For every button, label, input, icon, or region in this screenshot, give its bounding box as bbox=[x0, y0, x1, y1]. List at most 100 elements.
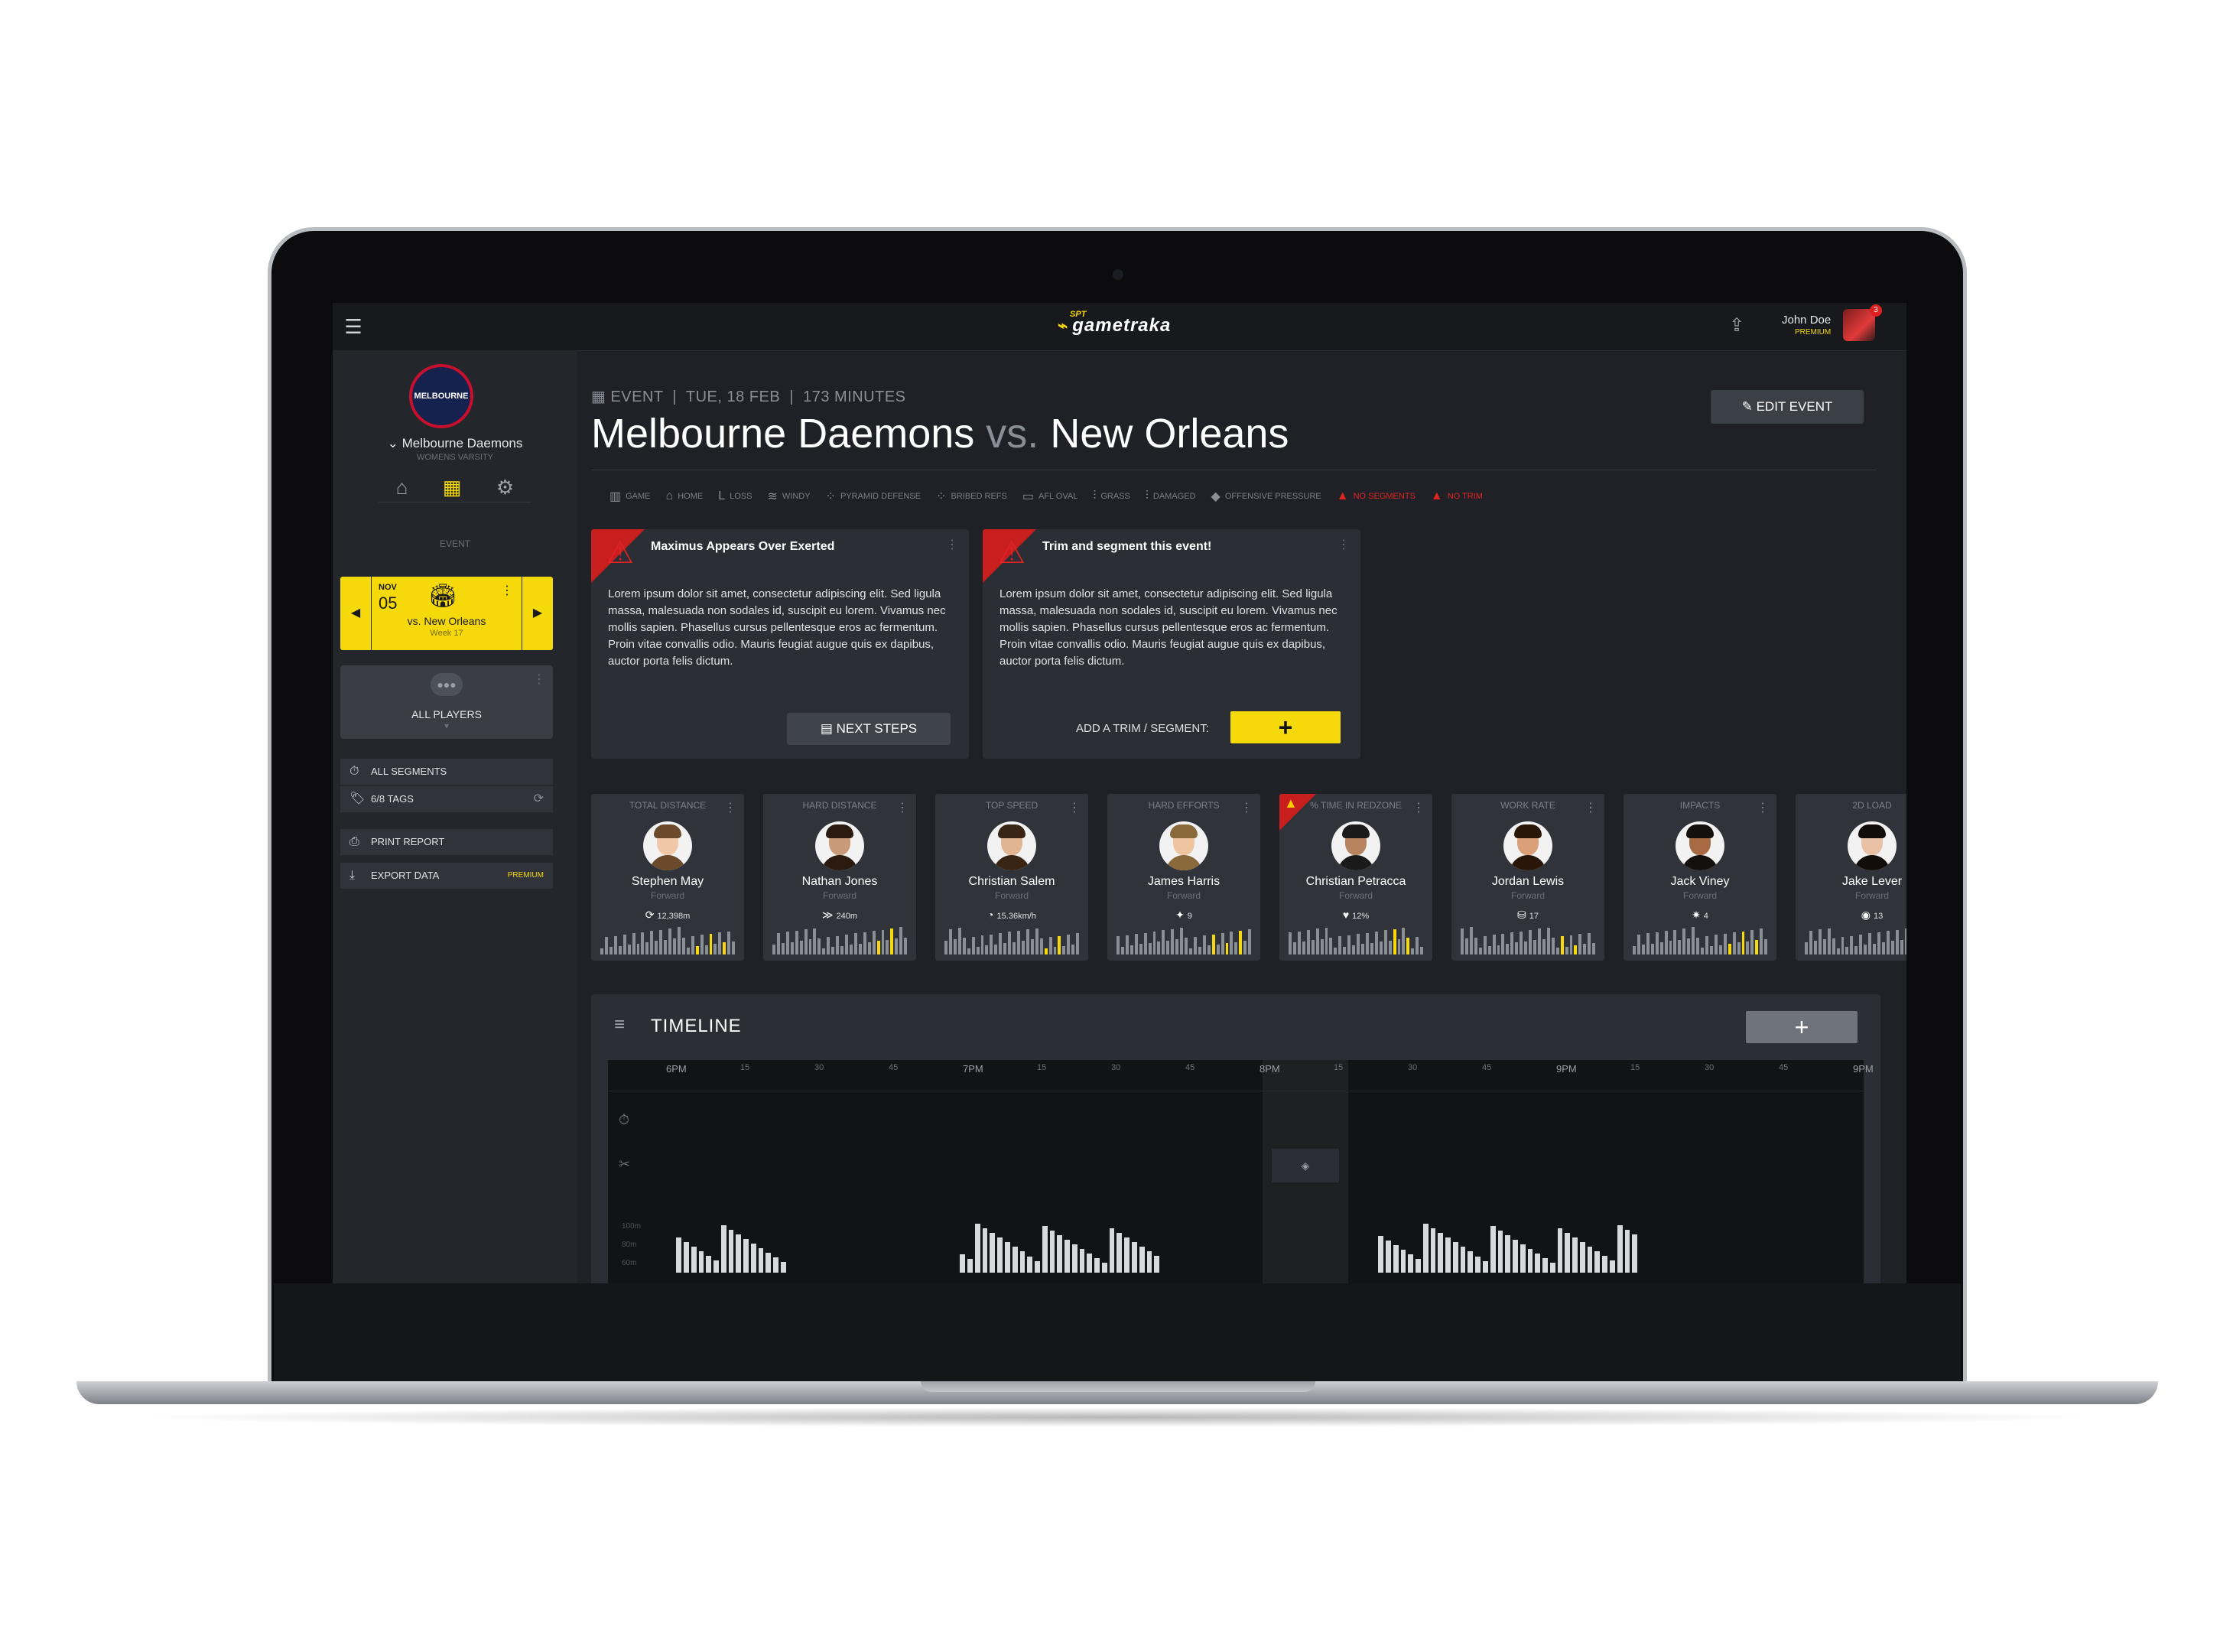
more-menu-icon[interactable]: ⋮ bbox=[533, 672, 545, 687]
timeline-bar bbox=[960, 1254, 966, 1273]
sparkline-bar bbox=[790, 941, 794, 954]
leader-card[interactable]: ▲% TIME IN REDZONE ⋮ Christian Petracca For… bbox=[1279, 794, 1432, 961]
leader-card[interactable]: TOP SPEED ⋮ Christian Salem Forward ◔ 15.36km… bbox=[935, 794, 1088, 961]
sparkline-bar bbox=[1379, 941, 1383, 954]
sparkline-bar bbox=[681, 937, 685, 954]
leader-card[interactable]: WORK RATE ⋮ Jordan Lewis Forward ⛁ 17 bbox=[1451, 794, 1604, 961]
sparkline-bar bbox=[1854, 945, 1858, 954]
event-date: TUE, 18 FEB bbox=[685, 389, 781, 405]
prev-event-arrow-icon[interactable]: ◀ bbox=[340, 577, 372, 650]
formation-icon: ⁘ bbox=[825, 490, 836, 503]
club-logo[interactable]: MELBOURNE bbox=[409, 364, 473, 428]
notification-badge[interactable]: 3 bbox=[1870, 304, 1882, 317]
more-menu-icon[interactable]: ⋮ bbox=[1338, 537, 1350, 552]
sparkline-bar bbox=[886, 939, 889, 954]
add-trim-button[interactable]: + bbox=[1230, 711, 1341, 743]
formation-icon: ⁘ bbox=[936, 490, 947, 503]
refresh-icon[interactable]: ⟳ bbox=[534, 786, 544, 812]
tag-item[interactable]: ≋ WINDY bbox=[767, 489, 810, 504]
tag-item[interactable]: ▲ NO TRIM bbox=[1431, 489, 1483, 503]
tag-item[interactable]: ⌂ HOME bbox=[666, 489, 704, 503]
sparkline-bar bbox=[1692, 927, 1695, 954]
more-menu-icon[interactable]: ⋮ bbox=[896, 800, 908, 815]
sidebar-item-segments[interactable]: ⏱ ALL SEGMENTS bbox=[340, 759, 553, 785]
timeline-bar bbox=[1079, 1249, 1085, 1273]
field-icon: ▭ bbox=[1022, 490, 1034, 503]
sparkline-bar bbox=[1682, 928, 1686, 954]
top-bar: ☰ ⌁ SPT gametraka ⇪ John Doe PREMIUM 3 bbox=[333, 303, 1906, 351]
sidebar-item-export[interactable]: ⤓ EXPORT DATA PREMIUM bbox=[340, 863, 553, 889]
upload-icon[interactable]: ⇪ bbox=[1724, 314, 1749, 338]
gear-icon[interactable]: ⚙ bbox=[496, 476, 514, 499]
tag-item[interactable]: ▲ NO SEGMENTS bbox=[1337, 489, 1416, 503]
stopwatch-icon: ⏱ bbox=[619, 1112, 630, 1127]
sparkline-bar bbox=[1737, 942, 1741, 954]
sidebar-item-print[interactable]: ⎙ PRINT REPORT bbox=[340, 829, 553, 855]
leader-card[interactable]: 2D LOAD⋮Jake LeverForward◉13 bbox=[1796, 794, 1906, 961]
timeline-chart[interactable]: 6PM 15 30 45 7PM 15 30 45 8PM 15 30 45 9PM 15 30 45 9PM … bbox=[608, 1060, 1874, 1283]
sparkline-bar bbox=[1873, 943, 1876, 954]
edit-event-button[interactable]: ✎ EDIT EVENT bbox=[1711, 390, 1864, 424]
next-steps-button[interactable]: ▤ NEXT STEPS bbox=[787, 713, 951, 745]
sparkline-bar bbox=[1357, 934, 1360, 954]
timeline-bar bbox=[1505, 1234, 1511, 1273]
sparkline-bar bbox=[895, 938, 899, 954]
sparkline-bar bbox=[1714, 935, 1718, 954]
timeline-bar bbox=[1035, 1260, 1040, 1273]
sparkline-bar bbox=[1211, 934, 1215, 954]
user-name[interactable]: John Doe bbox=[1782, 314, 1831, 327]
scissors-icon[interactable]: ✂ bbox=[619, 1156, 630, 1172]
home-icon[interactable]: ⌂ bbox=[396, 476, 408, 499]
more-menu-icon[interactable]: ⋮ bbox=[724, 800, 736, 815]
timeline-segment[interactable]: ◈ bbox=[1272, 1149, 1339, 1182]
sparkline-bar bbox=[1297, 931, 1301, 954]
club-selector[interactable]: ⌄ Melbourne Daemons bbox=[333, 436, 577, 451]
leader-card[interactable]: HARD EFFORTS ⋮ James Harris Forward ✦ 9 bbox=[1107, 794, 1260, 961]
event-selector-card[interactable]: ◀ NOV 05 🏟 ⋮ vs. New Orleans Week 17 ▶ bbox=[340, 577, 553, 650]
leader-card[interactable]: IMPACTS ⋮ Jack Viney Forward ✷ 4 bbox=[1624, 794, 1776, 961]
more-menu-icon[interactable]: ⋮ bbox=[1068, 800, 1081, 815]
sparkline-bar bbox=[1039, 938, 1043, 954]
sidebar-item-tags[interactable]: 🏷 6/8 TAGS ⟳ bbox=[340, 786, 553, 812]
work-icon: ⛁ bbox=[1517, 909, 1526, 921]
tag-item[interactable]: ⁘ BRIBED REFS bbox=[936, 489, 1007, 504]
timeline-bar bbox=[691, 1246, 697, 1273]
tag-item[interactable]: ⁘ PYRAMID DEFENSE bbox=[826, 489, 921, 504]
menu-icon[interactable]: ☰ bbox=[342, 314, 365, 340]
calendar-icon[interactable]: ▦ bbox=[443, 476, 462, 499]
leader-card[interactable]: TOTAL DISTANCE ⋮ Stephen May Forward ⟳ 12,398… bbox=[591, 794, 744, 961]
chevron-down-icon[interactable]: ▾ bbox=[340, 720, 553, 731]
tag-item[interactable]: L LOSS bbox=[718, 489, 752, 503]
sparkline-bar bbox=[1148, 942, 1152, 954]
sparkline-bar bbox=[1845, 947, 1849, 954]
event-type: EVENT bbox=[610, 389, 664, 405]
more-menu-icon[interactable]: ⋮ bbox=[501, 583, 513, 598]
tag-item[interactable]: ⫶ GRASS bbox=[1093, 489, 1130, 503]
more-menu-icon[interactable]: ⋮ bbox=[1585, 800, 1597, 815]
players-filter-card[interactable]: ●●● ⋮ ALL PLAYERS ▾ bbox=[340, 665, 553, 739]
tag-item[interactable]: ▥ GAME bbox=[609, 489, 651, 504]
tag-item[interactable]: ▭ AFL OVAL bbox=[1022, 489, 1077, 504]
sparkline-bar bbox=[1659, 942, 1663, 954]
timeline-add-button[interactable]: + bbox=[1746, 1011, 1858, 1043]
more-menu-icon[interactable]: ⋮ bbox=[1757, 800, 1769, 815]
alert-card-trim: ⚠ Trim and segment this event! ⋮ Lorem i… bbox=[983, 529, 1360, 759]
tag-item[interactable]: ⫶ DAMAGED bbox=[1146, 489, 1196, 503]
avatar-body bbox=[649, 855, 686, 870]
tag-item[interactable]: ◆ OFFENSIVE PRESSURE bbox=[1211, 489, 1321, 504]
avatar-body bbox=[993, 855, 1030, 870]
leader-card[interactable]: HARD DISTANCE ⋮ Nathan Jones Forward ≫ 240m bbox=[763, 794, 916, 961]
sparkline-bar bbox=[1546, 927, 1550, 954]
more-menu-icon[interactable]: ⋮ bbox=[1412, 800, 1425, 815]
more-menu-icon[interactable]: ⋮ bbox=[1240, 800, 1253, 815]
leader-value: ✷ 4 bbox=[1624, 909, 1776, 922]
sparkline-bar bbox=[1062, 945, 1066, 954]
sparkline-bar bbox=[1746, 941, 1750, 954]
timeline-bar bbox=[1452, 1242, 1458, 1273]
sparkline-bar bbox=[1818, 929, 1822, 954]
more-menu-icon[interactable]: ⋮ bbox=[946, 537, 958, 552]
next-event-arrow-icon[interactable]: ▶ bbox=[522, 577, 553, 650]
sparkline-bar bbox=[1315, 928, 1319, 954]
timeline-bar bbox=[1542, 1258, 1548, 1273]
player-name: Christian Salem bbox=[968, 875, 1055, 888]
